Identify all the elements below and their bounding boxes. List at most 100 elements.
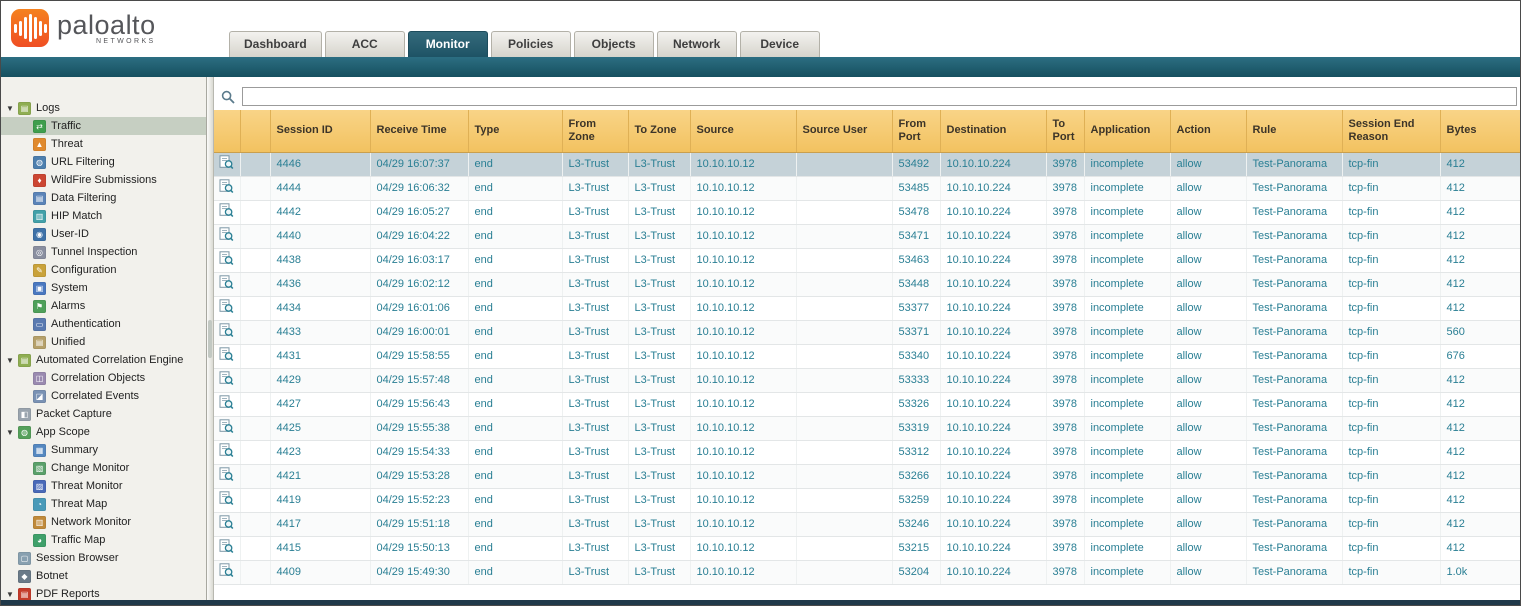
cell-receive-time[interactable]: 04/29 16:00:01 [370, 320, 468, 344]
cell-destination[interactable]: 10.10.10.224 [940, 296, 1046, 320]
log-detail-button[interactable] [214, 152, 240, 176]
cell-session-id[interactable]: 4415 [270, 536, 370, 560]
cell-type[interactable]: end [468, 440, 562, 464]
cell-type[interactable]: end [468, 224, 562, 248]
cell-session-end-reason[interactable]: tcp-fin [1342, 440, 1440, 464]
cell-from-port[interactable]: 53478 [892, 200, 940, 224]
table-row[interactable]: 442504/29 15:55:38endL3-TrustL3-Trust10.… [214, 416, 1520, 440]
cell-source-user[interactable] [796, 320, 892, 344]
log-detail-button[interactable] [214, 416, 240, 440]
column-header-source[interactable]: Source [690, 110, 796, 152]
sidebar-item-authentication[interactable]: ▭Authentication [1, 315, 206, 333]
cell-bytes[interactable]: 412 [1440, 512, 1520, 536]
cell-source[interactable]: 10.10.10.12 [690, 488, 796, 512]
cell-bytes[interactable]: 412 [1440, 464, 1520, 488]
column-header-source-user[interactable]: Source User [796, 110, 892, 152]
cell-rule[interactable]: Test-Panorama [1246, 536, 1342, 560]
cell-from-port[interactable]: 53246 [892, 512, 940, 536]
tab-objects[interactable]: Objects [574, 31, 654, 57]
cell-rule[interactable]: Test-Panorama [1246, 320, 1342, 344]
cell-source-user[interactable] [796, 224, 892, 248]
cell-to-port[interactable]: 3978 [1046, 296, 1084, 320]
cell-action[interactable]: allow [1170, 248, 1246, 272]
cell-destination[interactable]: 10.10.10.224 [940, 368, 1046, 392]
sidebar-item-automated-correlation-engine[interactable]: ▼▤Automated Correlation Engine [1, 351, 206, 369]
cell-type[interactable]: end [468, 464, 562, 488]
cell-action[interactable]: allow [1170, 272, 1246, 296]
cell-to-zone[interactable]: L3-Trust [628, 224, 690, 248]
table-row[interactable]: 443604/29 16:02:12endL3-TrustL3-Trust10.… [214, 272, 1520, 296]
cell-to-zone[interactable]: L3-Trust [628, 464, 690, 488]
cell-destination[interactable]: 10.10.10.224 [940, 536, 1046, 560]
cell-source-user[interactable] [796, 488, 892, 512]
cell-from-zone[interactable]: L3-Trust [562, 440, 628, 464]
cell-rule[interactable]: Test-Panorama [1246, 464, 1342, 488]
cell-from-port[interactable]: 53371 [892, 320, 940, 344]
cell-session-id[interactable]: 4440 [270, 224, 370, 248]
log-detail-button[interactable] [214, 512, 240, 536]
cell-session-end-reason[interactable]: tcp-fin [1342, 488, 1440, 512]
cell-to-zone[interactable]: L3-Trust [628, 488, 690, 512]
log-detail-button[interactable] [214, 392, 240, 416]
cell-action[interactable]: allow [1170, 440, 1246, 464]
tab-policies[interactable]: Policies [491, 31, 571, 57]
cell-application[interactable]: incomplete [1084, 176, 1170, 200]
cell-rule[interactable]: Test-Panorama [1246, 248, 1342, 272]
cell-source[interactable]: 10.10.10.12 [690, 536, 796, 560]
cell-from-port[interactable]: 53448 [892, 272, 940, 296]
cell-type[interactable]: end [468, 488, 562, 512]
cell-action[interactable]: allow [1170, 512, 1246, 536]
sidebar-item-alarms[interactable]: ⚑Alarms [1, 297, 206, 315]
cell-session-id[interactable]: 4434 [270, 296, 370, 320]
cell-session-id[interactable]: 4442 [270, 200, 370, 224]
tab-monitor[interactable]: Monitor [408, 31, 488, 57]
tab-dashboard[interactable]: Dashboard [229, 31, 322, 57]
cell-from-zone[interactable]: L3-Trust [562, 248, 628, 272]
tree-expand-arrow-icon[interactable]: ▼ [6, 590, 18, 599]
cell-destination[interactable]: 10.10.10.224 [940, 200, 1046, 224]
column-header-from-zone[interactable]: From Zone [562, 110, 628, 152]
cell-action[interactable]: allow [1170, 464, 1246, 488]
cell-destination[interactable]: 10.10.10.224 [940, 416, 1046, 440]
column-header-session-end-reason[interactable]: Session End Reason [1342, 110, 1440, 152]
cell-receive-time[interactable]: 04/29 16:01:06 [370, 296, 468, 320]
cell-destination[interactable]: 10.10.10.224 [940, 344, 1046, 368]
cell-destination[interactable]: 10.10.10.224 [940, 272, 1046, 296]
sidebar-item-session-browser[interactable]: ▢Session Browser [1, 549, 206, 567]
cell-type[interactable]: end [468, 272, 562, 296]
table-row[interactable]: 442904/29 15:57:48endL3-TrustL3-Trust10.… [214, 368, 1520, 392]
cell-to-port[interactable]: 3978 [1046, 560, 1084, 584]
cell-destination[interactable]: 10.10.10.224 [940, 176, 1046, 200]
cell-from-zone[interactable]: L3-Trust [562, 488, 628, 512]
log-detail-button[interactable] [214, 224, 240, 248]
cell-rule[interactable]: Test-Panorama [1246, 392, 1342, 416]
sidebar-item-threat[interactable]: ▲Threat [1, 135, 206, 153]
cell-rule[interactable]: Test-Panorama [1246, 296, 1342, 320]
table-row[interactable]: 443304/29 16:00:01endL3-TrustL3-Trust10.… [214, 320, 1520, 344]
cell-bytes[interactable]: 412 [1440, 536, 1520, 560]
sidebar-collapse-handle[interactable] [208, 320, 212, 358]
cell-from-port[interactable]: 53463 [892, 248, 940, 272]
cell-bytes[interactable]: 412 [1440, 368, 1520, 392]
cell-source[interactable]: 10.10.10.12 [690, 512, 796, 536]
sidebar-item-unified[interactable]: ▤Unified [1, 333, 206, 351]
cell-source-user[interactable] [796, 536, 892, 560]
cell-session-end-reason[interactable]: tcp-fin [1342, 512, 1440, 536]
cell-destination[interactable]: 10.10.10.224 [940, 320, 1046, 344]
sidebar-item-traffic-map[interactable]: ◕Traffic Map [1, 531, 206, 549]
cell-to-zone[interactable]: L3-Trust [628, 344, 690, 368]
cell-to-zone[interactable]: L3-Trust [628, 176, 690, 200]
cell-from-zone[interactable]: L3-Trust [562, 344, 628, 368]
cell-bytes[interactable]: 412 [1440, 272, 1520, 296]
table-row[interactable]: 440904/29 15:49:30endL3-TrustL3-Trust10.… [214, 560, 1520, 584]
cell-session-id[interactable]: 4409 [270, 560, 370, 584]
cell-to-port[interactable]: 3978 [1046, 344, 1084, 368]
table-row[interactable]: 444204/29 16:05:27endL3-TrustL3-Trust10.… [214, 200, 1520, 224]
cell-receive-time[interactable]: 04/29 15:57:48 [370, 368, 468, 392]
log-detail-button[interactable] [214, 464, 240, 488]
cell-rule[interactable]: Test-Panorama [1246, 200, 1342, 224]
log-detail-button[interactable] [214, 344, 240, 368]
cell-session-id[interactable]: 4444 [270, 176, 370, 200]
cell-from-port[interactable]: 53266 [892, 464, 940, 488]
cell-from-zone[interactable]: L3-Trust [562, 296, 628, 320]
